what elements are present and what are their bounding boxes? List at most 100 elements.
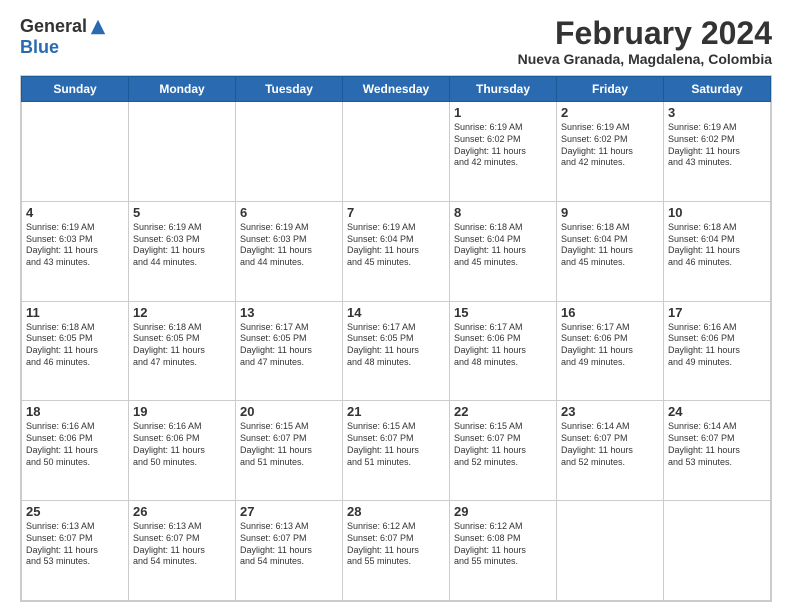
header-wednesday: Wednesday xyxy=(343,77,450,102)
calendar-subtitle: Nueva Granada, Magdalena, Colombia xyxy=(518,51,772,67)
table-row: 5 Sunrise: 6:19 AM Sunset: 6:03 PM Daylig… xyxy=(129,201,236,301)
day-number: 25 xyxy=(26,504,124,519)
day-info: Sunrise: 6:15 AM Sunset: 6:07 PM Dayligh… xyxy=(454,421,552,468)
day-info: Sunrise: 6:15 AM Sunset: 6:07 PM Dayligh… xyxy=(347,421,445,468)
day-number: 9 xyxy=(561,205,659,220)
day-info: Sunrise: 6:17 AM Sunset: 6:05 PM Dayligh… xyxy=(347,322,445,369)
table-row: 13Sunrise: 6:17 AM Sunset: 6:05 PM Dayli… xyxy=(236,301,343,401)
day-number: 4 xyxy=(26,205,124,220)
table-row: 21 Sunrise: 6:15 AM Sunset: 6:07 PM Dayli… xyxy=(343,401,450,501)
day-number: 1 xyxy=(454,105,552,120)
header-friday: Friday xyxy=(557,77,664,102)
day-number: 23 xyxy=(561,404,659,419)
table-row: 16 Sunrise: 6:17 AM Sunset: 6:06 PM Dayli… xyxy=(557,301,664,401)
calendar-week-row: 18 Sunrise: 6:16 AM Sunset: 6:06 PM Dayli… xyxy=(22,401,771,501)
day-number: 22 xyxy=(454,404,552,419)
day-number: 3 xyxy=(668,105,766,120)
calendar: Sunday Monday Tuesday Wednesday Thursday… xyxy=(20,75,772,602)
table-row: 28 Sunrise: 6:12 AM Sunset: 6:07 PM Dayli… xyxy=(343,501,450,601)
day-info: Sunrise: 6:12 AM Sunset: 6:07 PM Dayligh… xyxy=(347,521,445,568)
header-saturday: Saturday xyxy=(664,77,771,102)
table-row: 8Sunrise: 6:18 AM Sunset: 6:04 PM Daylig… xyxy=(450,201,557,301)
table-row: 6 Sunrise: 6:19 AM Sunset: 6:03 PM Daylig… xyxy=(236,201,343,301)
table-row xyxy=(343,102,450,202)
table-row: 19 Sunrise: 6:16 AM Sunset: 6:06 PM Dayli… xyxy=(129,401,236,501)
calendar-week-row: 4 Sunrise: 6:19 AM Sunset: 6:03 PM Daylig… xyxy=(22,201,771,301)
day-info: Sunrise: 6:18 AM Sunset: 6:04 PM Dayligh… xyxy=(668,222,766,269)
logo-icon xyxy=(89,18,107,36)
day-info: Sunrise: 6:19 AM Sunset: 6:04 PM Dayligh… xyxy=(347,222,445,269)
header-thursday: Thursday xyxy=(450,77,557,102)
table-row: 18 Sunrise: 6:16 AM Sunset: 6:06 PM Dayli… xyxy=(22,401,129,501)
day-info: Sunrise: 6:16 AM Sunset: 6:06 PM Dayligh… xyxy=(668,322,766,369)
calendar-header-row: Sunday Monday Tuesday Wednesday Thursday… xyxy=(22,77,771,102)
day-number: 16 xyxy=(561,305,659,320)
table-row: 2 Sunrise: 6:19 AM Sunset: 6:02 PM Daylig… xyxy=(557,102,664,202)
day-info: Sunrise: 6:17 AM Sunset: 6:05 PM Dayligh… xyxy=(240,322,338,369)
table-row: 27 Sunrise: 6:13 AM Sunset: 6:07 PM Dayli… xyxy=(236,501,343,601)
day-number: 12 xyxy=(133,305,231,320)
day-info: Sunrise: 6:19 AM Sunset: 6:02 PM Dayligh… xyxy=(561,122,659,169)
table-row: 7 Sunrise: 6:19 AM Sunset: 6:04 PM Daylig… xyxy=(343,201,450,301)
table-row: 4 Sunrise: 6:19 AM Sunset: 6:03 PM Daylig… xyxy=(22,201,129,301)
header-monday: Monday xyxy=(129,77,236,102)
day-number: 18 xyxy=(26,404,124,419)
day-info: Sunrise: 6:19 AM Sunset: 6:03 PM Dayligh… xyxy=(26,222,124,269)
day-number: 20 xyxy=(240,404,338,419)
table-row: 22 Sunrise: 6:15 AM Sunset: 6:07 PM Dayli… xyxy=(450,401,557,501)
table-row: 17 Sunrise: 6:16 AM Sunset: 6:06 PM Dayli… xyxy=(664,301,771,401)
day-number: 7 xyxy=(347,205,445,220)
day-info: Sunrise: 6:16 AM Sunset: 6:06 PM Dayligh… xyxy=(26,421,124,468)
day-number: 5 xyxy=(133,205,231,220)
day-number: 6 xyxy=(240,205,338,220)
day-info: Sunrise: 6:18 AM Sunset: 6:05 PM Dayligh… xyxy=(26,322,124,369)
day-number: 27 xyxy=(240,504,338,519)
day-number: 17 xyxy=(668,305,766,320)
day-info: Sunrise: 6:18 AM Sunset: 6:04 PM Dayligh… xyxy=(454,222,552,269)
table-row: 25 Sunrise: 6:13 AM Sunset: 6:07 PM Dayli… xyxy=(22,501,129,601)
day-number: 14 xyxy=(347,305,445,320)
table-row: 1 Sunrise: 6:19 AM Sunset: 6:02 PM Daylig… xyxy=(450,102,557,202)
page: General Blue February 2024 Nueva Granada… xyxy=(0,0,792,612)
day-number: 2 xyxy=(561,105,659,120)
day-info: Sunrise: 6:15 AM Sunset: 6:07 PM Dayligh… xyxy=(240,421,338,468)
day-number: 10 xyxy=(668,205,766,220)
day-info: Sunrise: 6:16 AM Sunset: 6:06 PM Dayligh… xyxy=(133,421,231,468)
day-info: Sunrise: 6:17 AM Sunset: 6:06 PM Dayligh… xyxy=(561,322,659,369)
day-info: Sunrise: 6:18 AM Sunset: 6:05 PM Dayligh… xyxy=(133,322,231,369)
day-info: Sunrise: 6:19 AM Sunset: 6:03 PM Dayligh… xyxy=(133,222,231,269)
day-info: Sunrise: 6:13 AM Sunset: 6:07 PM Dayligh… xyxy=(133,521,231,568)
table-row: 26 Sunrise: 6:13 AM Sunset: 6:07 PM Dayli… xyxy=(129,501,236,601)
table-row: 24 Sunrise: 6:14 AM Sunset: 6:07 PM Dayli… xyxy=(664,401,771,501)
day-info: Sunrise: 6:13 AM Sunset: 6:07 PM Dayligh… xyxy=(26,521,124,568)
table-row: 10 Sunrise: 6:18 AM Sunset: 6:04 PM Dayli… xyxy=(664,201,771,301)
calendar-week-row: 11 Sunrise: 6:18 AM Sunset: 6:05 PM Dayli… xyxy=(22,301,771,401)
day-number: 26 xyxy=(133,504,231,519)
day-number: 21 xyxy=(347,404,445,419)
table-row: 11 Sunrise: 6:18 AM Sunset: 6:05 PM Dayli… xyxy=(22,301,129,401)
table-row xyxy=(236,102,343,202)
day-info: Sunrise: 6:18 AM Sunset: 6:04 PM Dayligh… xyxy=(561,222,659,269)
day-number: 24 xyxy=(668,404,766,419)
calendar-week-row: 25 Sunrise: 6:13 AM Sunset: 6:07 PM Dayli… xyxy=(22,501,771,601)
day-number: 28 xyxy=(347,504,445,519)
day-info: Sunrise: 6:14 AM Sunset: 6:07 PM Dayligh… xyxy=(668,421,766,468)
day-number: 15 xyxy=(454,305,552,320)
day-info: Sunrise: 6:19 AM Sunset: 6:03 PM Dayligh… xyxy=(240,222,338,269)
table-row: 29Sunrise: 6:12 AM Sunset: 6:08 PM Dayli… xyxy=(450,501,557,601)
day-info: Sunrise: 6:19 AM Sunset: 6:02 PM Dayligh… xyxy=(454,122,552,169)
header: General Blue February 2024 Nueva Granada… xyxy=(20,16,772,67)
calendar-title: February 2024 xyxy=(518,16,772,51)
day-number: 11 xyxy=(26,305,124,320)
day-info: Sunrise: 6:19 AM Sunset: 6:02 PM Dayligh… xyxy=(668,122,766,169)
day-info: Sunrise: 6:17 AM Sunset: 6:06 PM Dayligh… xyxy=(454,322,552,369)
table-row: 14 Sunrise: 6:17 AM Sunset: 6:05 PM Dayli… xyxy=(343,301,450,401)
table-row: 9 Sunrise: 6:18 AM Sunset: 6:04 PM Daylig… xyxy=(557,201,664,301)
logo: General Blue xyxy=(20,16,107,58)
day-number: 19 xyxy=(133,404,231,419)
logo-general-text: General xyxy=(20,16,87,37)
day-info: Sunrise: 6:13 AM Sunset: 6:07 PM Dayligh… xyxy=(240,521,338,568)
day-number: 29 xyxy=(454,504,552,519)
header-right: February 2024 Nueva Granada, Magdalena, … xyxy=(518,16,772,67)
table-row: 15 Sunrise: 6:17 AM Sunset: 6:06 PM Dayli… xyxy=(450,301,557,401)
